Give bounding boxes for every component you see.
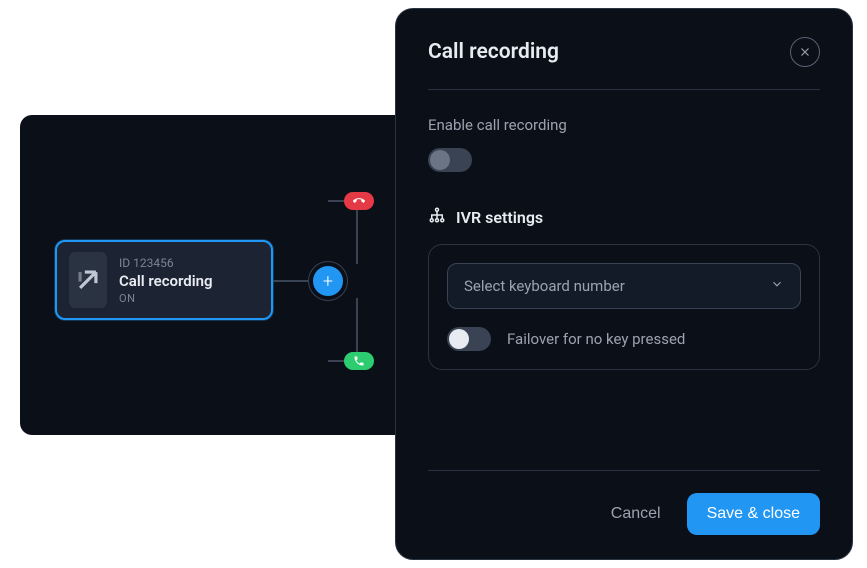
node-text: ID 123456 Call recording ON [119,256,213,305]
modal-footer: Cancel Save & close [428,470,820,535]
enable-recording-toggle[interactable] [428,148,472,172]
split-arrow-icon [69,252,107,308]
hangup-branch-pill[interactable] [344,192,374,210]
save-close-button[interactable]: Save & close [687,493,820,535]
close-button[interactable] [790,37,820,67]
keyboard-number-select[interactable]: Select keyboard number [447,263,801,309]
ivr-settings-heading: IVR settings [428,206,820,228]
answer-branch-pill[interactable] [344,352,374,370]
connector-line [273,280,309,282]
call-recording-modal: Call recording Enable call recording IVR… [395,8,853,560]
cancel-button[interactable]: Cancel [603,495,669,533]
add-step-button[interactable]: + [309,262,347,300]
call-recording-node[interactable]: ID 123456 Call recording ON [55,240,273,320]
node-title: Call recording [119,272,213,290]
failover-toggle[interactable] [447,327,491,351]
modal-header: Call recording [428,37,820,90]
failover-label: Failover for no key pressed [507,330,685,348]
node-status: ON [119,292,213,305]
ivr-tree-icon [428,206,446,228]
enable-recording-label: Enable call recording [428,116,820,134]
ivr-heading-text: IVR settings [456,208,543,227]
ivr-settings-box: Select keyboard number Failover for no k… [428,244,820,370]
failover-row: Failover for no key pressed [447,327,801,351]
chevron-down-icon [770,277,784,295]
select-placeholder: Select keyboard number [464,277,625,295]
toggle-knob [430,150,450,170]
modal-title: Call recording [428,40,559,64]
toggle-knob [449,329,469,349]
node-id: ID 123456 [119,256,213,270]
modal-body: Enable call recording IVR settings Selec… [428,90,820,470]
